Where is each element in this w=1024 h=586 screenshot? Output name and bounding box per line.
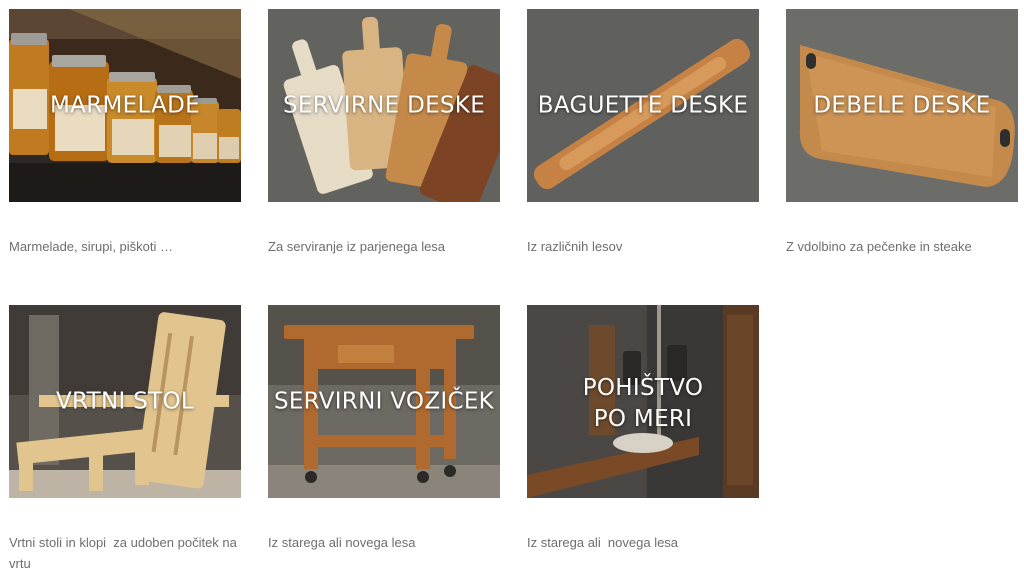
- tile-title: MARMELADE: [50, 92, 200, 118]
- product-tile-vrtni-stol[interactable]: VRTNI STOL: [9, 305, 241, 498]
- product-tile-pohistvo-po-meri[interactable]: POHIŠTVO PO MERI: [527, 305, 759, 498]
- product-card-baguette-deske: BAGUETTE DESKE Iz različnih lesov: [527, 9, 759, 257]
- product-caption: Z vdolbino za pečenke in steake: [786, 239, 972, 254]
- product-card-vrtni-stol: VRTNI STOL Vrtni stoli in klopi za udobe…: [9, 305, 241, 574]
- product-caption: Marmelade, sirupi, piškoti …: [9, 239, 173, 254]
- product-caption: Iz starega ali novega lesa: [527, 535, 679, 550]
- product-caption: Iz različnih lesov: [527, 239, 623, 254]
- tile-title: SERVIRNE DESKE: [282, 92, 486, 118]
- product-tile-servirni-vozicek[interactable]: SERVIRNI VOZIČEK: [268, 305, 500, 498]
- product-card-servirni-vozicek: SERVIRNI VOZIČEK Iz starega ali novega l…: [268, 305, 500, 553]
- product-tile-marmelade[interactable]: MARMELADE: [9, 9, 241, 202]
- product-caption: Vrtni stoli in klopi za udoben počitek n…: [9, 535, 241, 571]
- product-card-pohistvo-po-meri: POHIŠTVO PO MERI Iz starega ali novega l…: [527, 305, 759, 553]
- product-card-debele-deske: DEBELE DESKE Z vdolbino za pečenke in st…: [786, 9, 1018, 257]
- tile-title: DEBELE DESKE: [813, 92, 991, 118]
- tile-title: VRTNI STOL: [56, 388, 194, 414]
- product-caption: Iz starega ali novega lesa: [268, 535, 416, 550]
- tile-title: POHIŠTVO PO MERI: [582, 375, 704, 432]
- product-caption: Za serviranje iz parjenega lesa: [268, 239, 446, 254]
- product-tile-baguette-deske[interactable]: BAGUETTE DESKE: [527, 9, 759, 202]
- product-card-marmelade: MARMELADE Marmelade, sirupi, piškoti …: [9, 9, 241, 257]
- product-card-servirne-deske: SERVIRNE DESKE Za serviranje iz parjeneg…: [268, 9, 500, 257]
- product-tile-servirne-deske[interactable]: SERVIRNE DESKE: [268, 9, 500, 202]
- tile-title: SERVIRNI VOZIČEK: [273, 388, 495, 414]
- tile-title: BAGUETTE DESKE: [537, 92, 749, 118]
- product-tile-debele-deske[interactable]: DEBELE DESKE: [786, 9, 1018, 202]
